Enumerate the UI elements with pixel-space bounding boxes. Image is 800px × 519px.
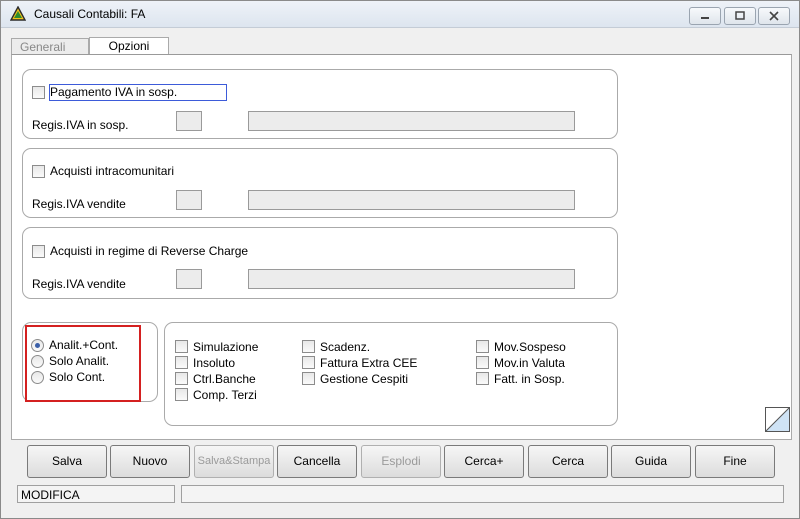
insoluto-checkbox[interactable] [175, 356, 188, 369]
comp-terzi-checkbox[interactable] [175, 388, 188, 401]
close-icon [769, 11, 779, 21]
mov-in-valuta-label: Mov.in Valuta [494, 356, 565, 370]
acquisti-intracomunitari-label: Acquisti intracomunitari [50, 164, 175, 178]
regis-iva-vendite-rc-code-field[interactable] [176, 269, 202, 289]
minimize-button[interactable] [689, 7, 721, 25]
main-window: Causali Contabili: FA Generali Opzioni P… [0, 0, 800, 519]
page-corner-icon [765, 407, 790, 432]
fatt-in-sosp-checkbox[interactable] [476, 372, 489, 385]
regis-iva-vendite-desc-field [248, 190, 575, 210]
options-group: Simulazione Insoluto Ctrl.Banche Comp. T… [164, 322, 618, 426]
close-button[interactable] [758, 7, 790, 25]
fatt-in-sosp-label: Fatt. in Sosp. [494, 372, 565, 386]
simulazione-checkbox[interactable] [175, 340, 188, 353]
guida-button[interactable]: Guida [611, 445, 691, 478]
esplodi-button[interactable]: Esplodi [361, 445, 441, 478]
pagamento-iva-sosp-checkbox[interactable] [32, 86, 45, 99]
regis-iva-sosp-code-field[interactable] [176, 111, 202, 131]
minimize-icon [701, 17, 709, 19]
iva-sosp-group: Pagamento IVA in sosp. Regis.IVA in sosp… [22, 69, 618, 139]
regis-iva-sosp-desc-field [248, 111, 575, 131]
pagamento-iva-sosp-label: Pagamento IVA in sosp. [50, 85, 178, 99]
status-message [181, 485, 784, 503]
regis-iva-sosp-label: Regis.IVA in sosp. [32, 118, 129, 132]
fattura-extra-cee-label: Fattura Extra CEE [320, 356, 418, 370]
title-bar: Causali Contabili: FA [1, 1, 799, 28]
salva-stampa-button[interactable]: Salva&Stampa [194, 445, 274, 478]
salva-button[interactable]: Salva [27, 445, 107, 478]
mov-in-valuta-checkbox[interactable] [476, 356, 489, 369]
fine-button[interactable]: Fine [695, 445, 775, 478]
restore-icon [735, 11, 745, 20]
status-mode: MODIFICA [17, 485, 175, 503]
restore-button[interactable] [724, 7, 756, 25]
scadenz-checkbox[interactable] [302, 340, 315, 353]
gestione-cespiti-checkbox[interactable] [302, 372, 315, 385]
cerca-plus-button[interactable]: Cerca+ [444, 445, 524, 478]
regis-iva-vendite-code-field[interactable] [176, 190, 202, 210]
gestione-cespiti-label: Gestione Cespiti [320, 372, 409, 386]
regis-iva-vendite-label: Regis.IVA vendite [32, 197, 126, 211]
mov-sospeso-checkbox[interactable] [476, 340, 489, 353]
ctrl-banche-label: Ctrl.Banche [193, 372, 256, 386]
regis-iva-vendite-rc-desc-field [248, 269, 575, 289]
comp-terzi-label: Comp. Terzi [193, 388, 257, 402]
reverse-charge-label: Acquisti in regime di Reverse Charge [50, 244, 249, 258]
reverse-charge-group: Acquisti in regime di Reverse Charge Reg… [22, 227, 618, 299]
cerca-button[interactable]: Cerca [528, 445, 608, 478]
fattura-extra-cee-checkbox[interactable] [302, 356, 315, 369]
regis-iva-vendite-rc-label: Regis.IVA vendite [32, 277, 126, 291]
ctrl-banche-checkbox[interactable] [175, 372, 188, 385]
intracomunitari-group: Acquisti intracomunitari Regis.IVA vendi… [22, 148, 618, 218]
acquisti-intracomunitari-checkbox[interactable] [32, 165, 45, 178]
cancella-button[interactable]: Cancella [277, 445, 357, 478]
nuovo-button[interactable]: Nuovo [110, 445, 190, 478]
app-triangle-icon [10, 6, 26, 21]
reverse-charge-checkbox[interactable] [32, 245, 45, 258]
mov-sospeso-label: Mov.Sospeso [494, 340, 566, 354]
scadenz-label: Scadenz. [320, 340, 371, 354]
insoluto-label: Insoluto [193, 356, 236, 370]
window-title: Causali Contabili: FA [34, 7, 146, 21]
highlight-frame [25, 325, 141, 402]
simulazione-label: Simulazione [193, 340, 259, 354]
